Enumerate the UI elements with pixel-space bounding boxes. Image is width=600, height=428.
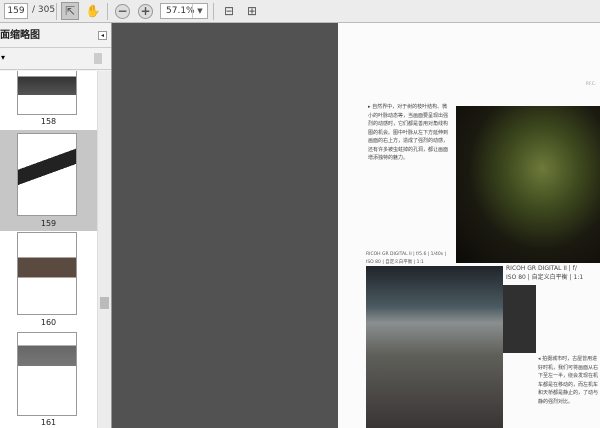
collapse-panel-icon[interactable]: ◂: [98, 31, 107, 40]
total-pages: / 305: [32, 5, 56, 15]
photo-caption: RICOH GR DIGITAL II | f/: [506, 265, 577, 272]
leaf-photo: [456, 106, 600, 263]
divider: [213, 3, 214, 20]
thumbnail-panel: 页面缩略图 ◂ ▾ 158 159 160 161: [0, 23, 112, 428]
fit-width-icon[interactable]: ⊞: [243, 2, 261, 20]
thumbnail-158[interactable]: [17, 71, 77, 115]
options-dropdown[interactable]: ▾: [1, 53, 5, 62]
street-photo-edge: [503, 285, 536, 353]
paragraph-text: 拍摄城市时，古屋曾用进好时机，我们可将画面从右下至左一半，绕会发现在机车都是在移…: [538, 356, 599, 405]
panel-title: 页面缩略图 ◂: [0, 23, 111, 48]
divider: [107, 3, 108, 20]
fit-page-icon[interactable]: ⊟: [220, 2, 238, 20]
zoom-in-icon[interactable]: +: [138, 4, 153, 19]
select-tool-icon[interactable]: ⇱: [61, 2, 79, 20]
body-paragraph: ▸ 自然界中，对于树的枝叶结构、微小的叶脉动态等，当画面要呈现出强烈的动感时，它…: [368, 103, 450, 163]
bottom-paragraph: ◂ 拍摄城市时，古屋曾用进好时机，我们可将画面从右下至左一半，绕会发现在机车都是…: [538, 355, 600, 406]
photo-caption: ISO 80 | 自定义白平衡 | 1:1: [506, 274, 584, 281]
document-page: P.F.C. ▸ 自然界中，对于树的枝叶结构、微小的叶脉动态等，当画面要呈现出强…: [338, 23, 600, 428]
divider: [56, 3, 57, 20]
panel-title-text: 页面缩略图: [0, 30, 40, 41]
hand-tool-icon[interactable]: ✋: [84, 2, 102, 20]
paragraph-text: 自然界中，对于树的枝叶结构、微小的叶脉动态等，当画面要呈现出强烈的动感时，它们都…: [368, 104, 449, 161]
photo-caption: RICOH GR DIGITAL II | f/5.6 | 1/40s |: [366, 252, 447, 257]
thumbnail-label: 161: [40, 418, 57, 427]
photo-caption: ISO 80 | 自定义白平衡 | 1:1: [366, 260, 424, 265]
toolbar: 159 / 305 ⇱ ✋ − + 57.1% ▼ ⊟ ⊞: [0, 0, 600, 23]
thumbnail-160[interactable]: [17, 232, 77, 315]
thumbnail-label: 158: [40, 117, 57, 126]
trash-icon[interactable]: [94, 53, 102, 64]
chevron-down-icon[interactable]: ▼: [192, 4, 207, 18]
thumbnail-label: 159: [40, 219, 57, 228]
thumbnail-161[interactable]: [17, 332, 77, 416]
page-number-input[interactable]: 159: [4, 3, 28, 19]
street-photo: [366, 266, 503, 428]
thumbnail-label: 160: [40, 318, 57, 327]
panel-options: ▾: [0, 48, 111, 70]
thumbnail-scrollbar[interactable]: [97, 71, 111, 428]
thumbnail-159[interactable]: [17, 133, 77, 216]
zoom-out-icon[interactable]: −: [115, 4, 130, 19]
page-header: P.F.C.: [585, 81, 596, 86]
thumbnail-list: 158 159 160 161: [0, 71, 97, 428]
scrollbar-thumb[interactable]: [100, 297, 109, 309]
